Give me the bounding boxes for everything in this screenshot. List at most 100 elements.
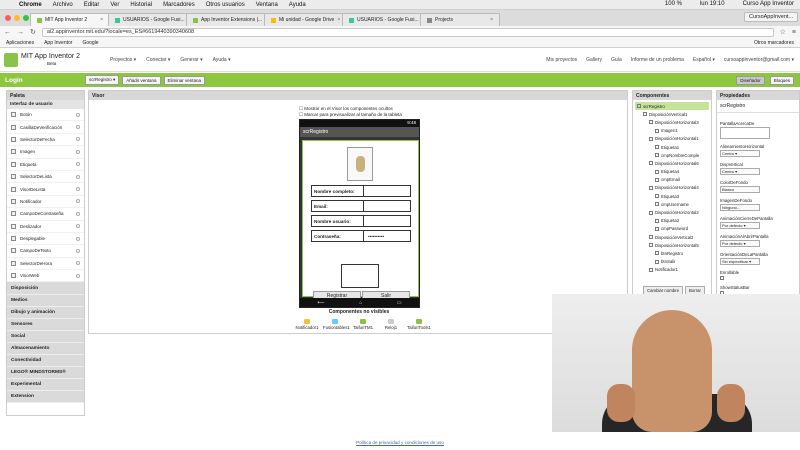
menu-historial[interactable]: Historial <box>130 2 152 8</box>
usuario-row[interactable]: Nombre usuario: <box>311 215 411 227</box>
help-icon[interactable] <box>76 261 80 266</box>
palette-item[interactable]: VisorWeb <box>7 270 84 283</box>
tree-node[interactable]: DisposiciónVertical1 <box>635 110 709 118</box>
close-tab-icon[interactable]: × <box>100 17 103 23</box>
tree-node[interactable]: DisposiciónHorizontal1 <box>635 135 709 143</box>
browser-tab[interactable]: MIT App Inventor 2 × <box>30 13 110 26</box>
browser-tab[interactable]: Mi unidad - Google Drive × <box>264 13 344 26</box>
palette-category[interactable]: Sensores <box>7 318 84 331</box>
designer-button[interactable]: Diseñador <box>736 75 765 85</box>
tree-node[interactable]: cmpUsername <box>635 200 709 208</box>
help-icon[interactable] <box>76 236 80 241</box>
reload-icon[interactable]: ↻ <box>30 28 36 36</box>
palette-category[interactable]: Extension <box>7 391 84 404</box>
palette-item[interactable]: SelectorDeHora <box>7 258 84 271</box>
tree-node[interactable]: btnRegistro <box>635 249 709 257</box>
email-row[interactable]: Email: <box>311 200 411 212</box>
palette-category[interactable]: Almacenamiento <box>7 342 84 356</box>
nonvisible-taifuntm[interactable]: TaifunTM1 <box>351 319 375 330</box>
menu-archivo[interactable]: Archivo <box>53 2 73 8</box>
menu-ventana[interactable]: Ventana <box>256 2 278 8</box>
close-window-icon[interactable] <box>5 15 11 21</box>
bookmark-app-inventor[interactable]: App Inventor <box>44 40 72 46</box>
clock[interactable]: lun 19:10 <box>700 1 725 7</box>
browser-tab[interactable]: USUARIOS - Google Fusi...× <box>342 13 422 26</box>
vertical-arrangement[interactable]: Nombre completo: Email: Nombre usuario: … <box>302 140 419 301</box>
menu-otros-usuarios[interactable]: Otros usuarios <box>206 2 245 8</box>
palette-item[interactable]: CampoDeContraseña <box>7 208 84 221</box>
help-icon[interactable] <box>76 211 80 216</box>
link-mis-proyectos[interactable]: Mis proyectos <box>546 57 577 63</box>
tree-node[interactable]: Etiqueta4 <box>635 168 709 176</box>
menu-conectar[interactable]: Conectar ▾ <box>146 57 170 63</box>
bookmark-star-icon[interactable]: ☆ <box>780 28 786 36</box>
palette-category[interactable]: Social <box>7 330 84 343</box>
close-tab-icon[interactable]: × <box>490 17 493 23</box>
palette-item[interactable]: SelectorDeFecha <box>7 134 84 147</box>
link-guia[interactable]: Guía <box>611 57 622 63</box>
image-component[interactable] <box>347 147 373 181</box>
blocks-button[interactable]: Bloques <box>769 75 794 85</box>
palette-category[interactable]: Experimental <box>7 379 84 392</box>
help-icon[interactable] <box>76 187 80 192</box>
tree-node[interactable]: DisposiciónHorizontal6 <box>635 159 709 167</box>
app-menu-chrome[interactable]: Chrome <box>19 2 42 8</box>
help-icon[interactable] <box>76 149 80 154</box>
align-vertical-select[interactable]: Centro ▾ <box>720 168 760 175</box>
tree-node[interactable]: cmpPassword <box>635 225 709 233</box>
background-image-select[interactable]: Ninguno... <box>720 204 760 211</box>
account-menu[interactable]: cursoappinventor@gmail.com ▾ <box>724 57 794 63</box>
nonvisible-taifuntools[interactable]: TaifunTools1 <box>407 319 431 330</box>
menu-ver[interactable]: Ver <box>110 2 119 8</box>
nonvisible-notifier[interactable]: Notificador1 <box>295 319 319 330</box>
help-icon[interactable] <box>76 112 80 117</box>
password-row[interactable]: Contraseña: •••••••••• <box>311 230 411 242</box>
orientation-select[interactable]: Sin especificar ▾ <box>720 258 760 265</box>
tree-node[interactable]: Notificador1 <box>635 266 709 274</box>
help-icon[interactable] <box>76 199 80 204</box>
help-icon[interactable] <box>76 125 80 130</box>
minimize-window-icon[interactable] <box>14 15 20 21</box>
tree-node[interactable]: Imagen1 <box>635 127 709 135</box>
align-horizontal-select[interactable]: Centro ▾ <box>720 150 760 157</box>
menu-ayuda[interactable]: Ayuda <box>289 2 306 8</box>
tree-node[interactable]: Etiqueta1 <box>635 143 709 151</box>
palette-item[interactable]: CampoDeTexto <box>7 245 84 258</box>
tree-node[interactable]: cmpNombreComple <box>635 151 709 159</box>
address-bar[interactable]: ai2.appinventor.mit.edu/?locale=es_ES#66… <box>41 27 774 37</box>
palette-item[interactable]: Botón <box>7 109 84 122</box>
menu-ayuda-ai[interactable]: Ayuda ▾ <box>213 57 231 63</box>
forward-icon[interactable]: → <box>17 29 24 36</box>
nonvisible-clock[interactable]: Reloj1 <box>379 319 403 330</box>
palette-item[interactable]: Imagen <box>7 146 84 159</box>
browser-tab[interactable]: USUARIOS - Google Fusi...× <box>108 13 188 26</box>
user-menu[interactable]: Curso App Inventor <box>743 1 794 7</box>
palette-item[interactable]: Desplegable <box>7 233 84 246</box>
help-icon[interactable] <box>76 174 80 179</box>
scrollable-checkbox[interactable] <box>720 276 724 280</box>
palette-category[interactable]: Medios <box>7 294 84 307</box>
empty-arrangement[interactable] <box>341 264 379 288</box>
tree-node[interactable]: Etiqueta2 <box>635 217 709 225</box>
open-animation-select[interactable]: Por defecto ▾ <box>720 240 760 247</box>
tree-node[interactable]: cmpEmail <box>635 176 709 184</box>
help-icon[interactable] <box>76 273 80 278</box>
browser-tab[interactable]: App Inventor Extensions |...× <box>186 13 266 26</box>
bookmark-apps[interactable]: Aplicaciones <box>6 40 34 46</box>
privacy-link[interactable]: Política de privacidad y condiciones de … <box>0 440 800 445</box>
background-color-select[interactable]: Blanco <box>720 186 760 193</box>
maximize-window-icon[interactable] <box>23 15 29 21</box>
palette-item[interactable]: Deslizador <box>7 221 84 233</box>
battery-status[interactable]: 100 % <box>665 1 682 7</box>
palette-item[interactable]: CasillaDeVerificación <box>7 121 84 134</box>
palette-item[interactable]: SelectorDeLista <box>7 171 84 184</box>
tree-node[interactable]: DisposiciónHorizontal2 <box>635 208 709 216</box>
help-icon[interactable] <box>76 224 80 229</box>
help-icon[interactable] <box>76 248 80 253</box>
add-screen-button[interactable]: Añadir ventana <box>122 75 161 85</box>
tree-node[interactable]: scrRegistro <box>635 102 709 111</box>
profile-button[interactable]: CursoAppInvent... <box>743 12 798 22</box>
menu-editar[interactable]: Editar <box>84 2 100 8</box>
palette-category[interactable]: LEGO® MINDSTORMS® <box>7 367 84 380</box>
password-field[interactable]: •••••••••• <box>368 234 384 239</box>
